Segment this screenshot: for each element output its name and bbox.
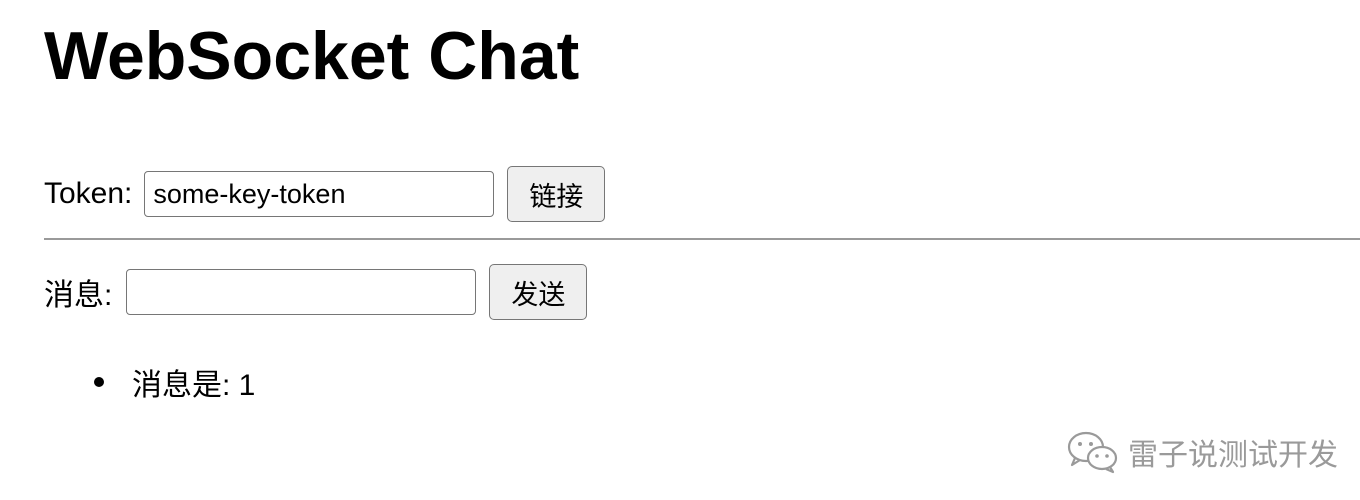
message-label: 消息: [44,279,113,312]
message-form: 消息: 发送 [44,264,588,320]
token-form: Token: 链接 [44,166,606,222]
connect-button[interactable]: 链接 [507,166,606,222]
message-list: 消息是: 1 [94,360,255,404]
send-button[interactable]: 发送 [489,264,588,320]
token-label: Token: [44,177,133,210]
token-input[interactable] [144,171,495,217]
page: WebSocket Chat Token: 链接 消息: 发送 消息是: 1 雷… [0,0,1360,500]
watermark-text: 雷子说测试开发 [1128,438,1338,473]
list-item: 消息是: 1 [94,360,255,404]
divider [44,238,1360,240]
page-title: WebSocket Chat [44,18,580,94]
message-text: 消息是: 1 [132,369,256,402]
message-input[interactable] [126,269,477,315]
bullet-icon [94,377,104,387]
wechat-icon [1067,431,1118,474]
watermark: 雷子说测试开发 [1066,430,1338,474]
